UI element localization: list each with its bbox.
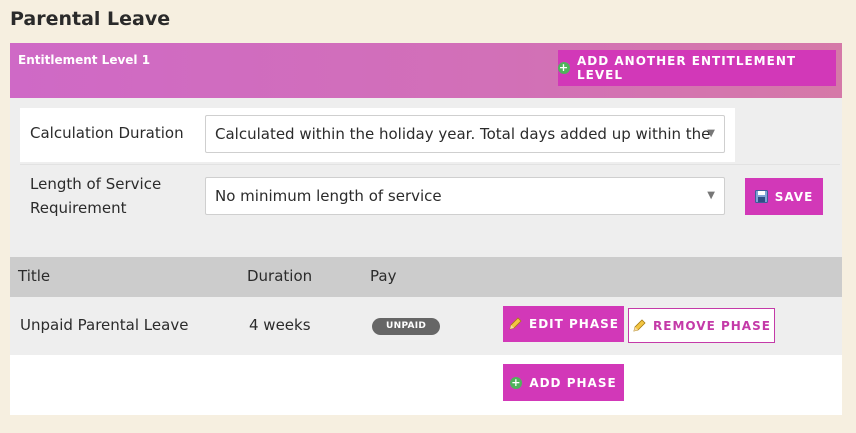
service-requirement-select[interactable]: No minimum length of service ▼ [205,177,725,215]
service-requirement-label-line1: Length of Service [30,175,162,193]
service-requirement-label-line2: Requirement [30,199,127,217]
settings-panel: Calculation Duration Calculated within t… [10,98,842,257]
chevron-down-icon: ▼ [707,190,715,201]
plus-circle-icon: + [510,375,523,389]
calculation-duration-value: Calculated within the holiday year. Tota… [215,125,711,143]
calculation-duration-select[interactable]: Calculated within the holiday year. Tota… [205,115,725,153]
save-button[interactable]: SAVE [745,178,823,215]
page-title: Parental Leave [10,8,171,30]
calculation-duration-label: Calculation Duration [30,124,184,142]
divider [20,164,840,165]
service-requirement-value: No minimum length of service [215,187,442,205]
entitlement-level-label: Entitlement Level 1 [18,53,151,67]
save-label: SAVE [774,189,814,204]
add-phase-row: + ADD PHASE [10,355,842,415]
add-phase-label: ADD PHASE [529,375,617,390]
remove-phase-label: REMOVE PHASE [653,318,771,333]
edit-phase-label: EDIT PHASE [529,317,619,331]
column-header-title: Title [18,267,51,285]
floppy-disk-icon [754,190,768,203]
phase-duration: 4 weeks [249,316,311,334]
service-requirement-label: Length of Service Requirement [30,172,161,220]
column-header-duration: Duration [247,267,313,285]
remove-phase-button[interactable]: REMOVE PHASE [628,308,775,343]
pencil-icon [632,318,646,333]
add-entitlement-level-label: ADD ANOTHER ENTITLEMENT LEVEL [577,54,797,82]
phase-title: Unpaid Parental Leave [20,316,189,334]
phases-table-header: Title Duration Pay [10,257,842,297]
add-entitlement-level-button[interactable]: + ADD ANOTHER ENTITLEMENT LEVEL [558,50,836,86]
pencil-icon [508,317,522,331]
column-header-pay: Pay [370,267,397,285]
table-row: Unpaid Parental Leave 4 weeks UNPAID EDI… [10,297,842,355]
add-phase-button[interactable]: + ADD PHASE [503,364,624,401]
edit-phase-button[interactable]: EDIT PHASE [503,306,624,342]
entitlement-level-header: Entitlement Level 1 + ADD ANOTHER ENTITL… [10,43,842,98]
pay-status-badge: UNPAID [372,318,441,335]
plus-circle-icon: + [558,61,570,74]
chevron-down-icon: ▼ [707,128,715,139]
